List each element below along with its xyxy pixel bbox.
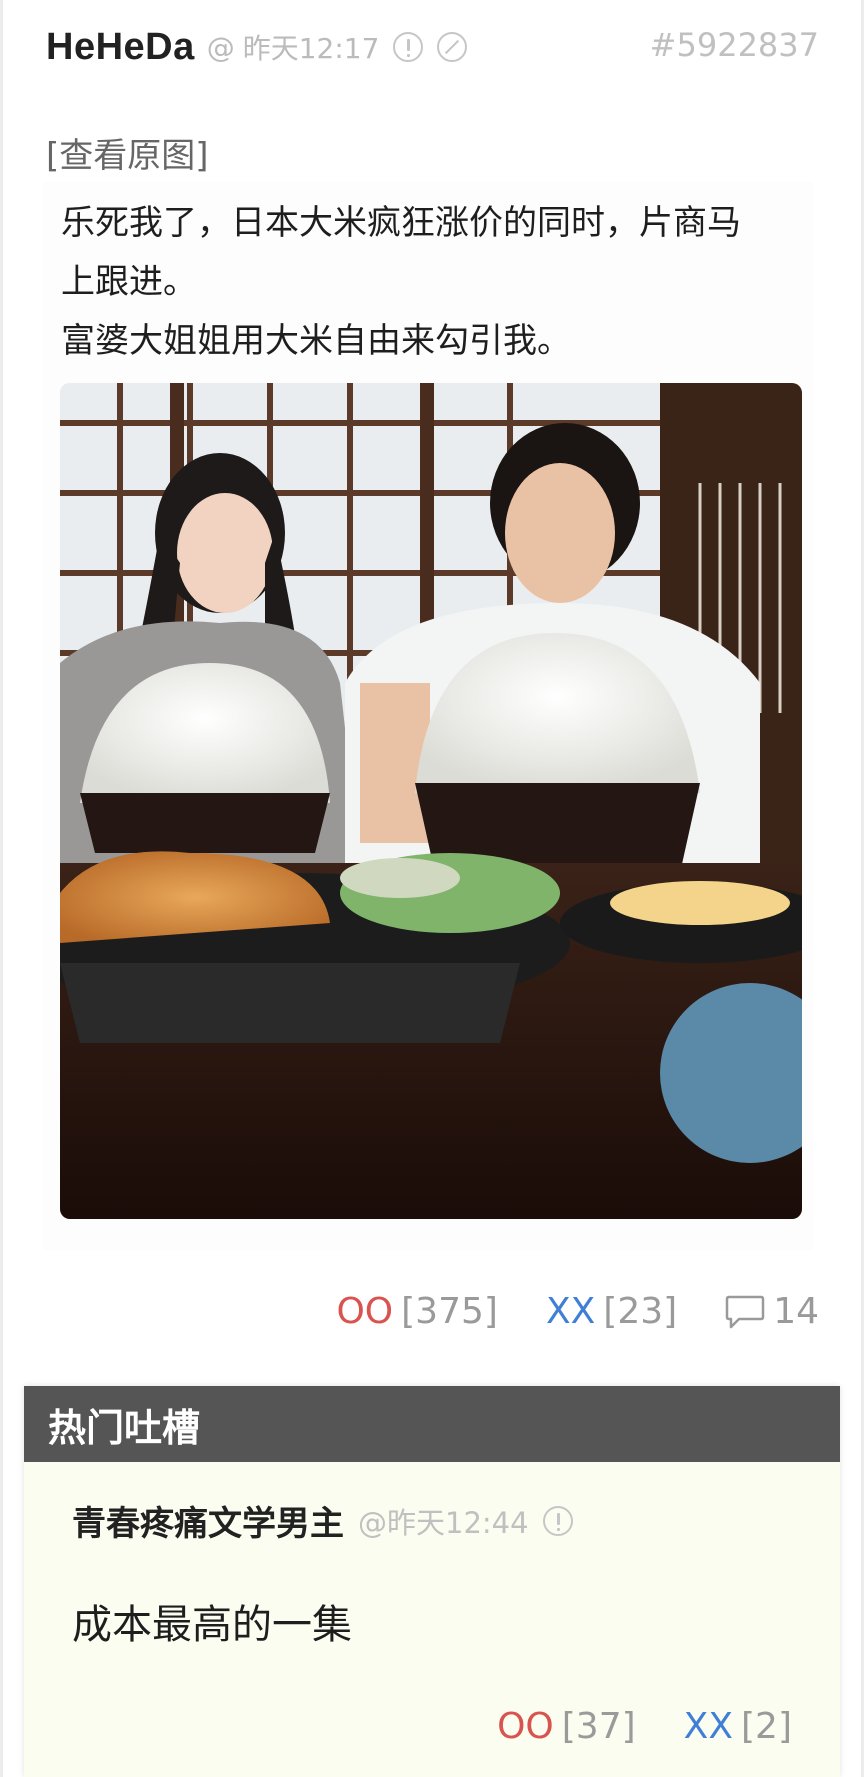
comments-button[interactable]: 14 [725,1291,819,1332]
post-text-line: 上跟进。 [61,262,197,302]
xx-label: XX [545,1291,596,1332]
post-id[interactable]: #5922837 [650,26,819,64]
info-icon[interactable] [393,32,424,62]
oo-count: [37] [561,1706,636,1747]
post-time: 昨天12:17 [242,32,380,65]
hot-comments-title: 热门吐槽 [24,1386,840,1462]
xx-label: XX [683,1706,733,1747]
post-text: 乐死我了，日本大米疯狂涨价的同时，片商马 上跟进。 富婆大姐姐用大米自由来勾引我… [61,194,795,371]
oo-count: [375] [401,1291,498,1332]
post-author[interactable]: HeHeDa [46,26,195,69]
post-text-line: 富婆大姐姐用大米自由来勾引我。 [61,321,571,361]
comment-votes: OO [37] XX [2] [497,1706,792,1747]
comment-time: @昨天12:44 [358,1505,529,1540]
oo-label: OO [336,1291,394,1332]
comment-oo-vote-button[interactable]: OO [37] [497,1706,636,1747]
comment-meta: 青春疼痛文学男主 @昨天12:44 [72,1496,573,1545]
post-meta: @ 昨天12:17 [207,27,468,67]
post-header: HeHeDa @ 昨天12:17 #5922837 [46,22,819,72]
xx-count: [23] [603,1291,678,1332]
oo-label: OO [497,1706,554,1747]
oo-vote-button[interactable]: OO [375] [336,1291,497,1332]
comment-icon [725,1295,765,1328]
post-image-card: 乐死我了，日本大米疯狂涨价的同时，片商马 上跟进。 富婆大姐姐用大米自由来勾引我… [43,182,813,1250]
comment-xx-vote-button[interactable]: XX [2] [684,1706,792,1747]
photo-illustration [60,383,802,1219]
comment-text: 成本最高的一集 [72,1602,352,1648]
post-text-line: 乐死我了，日本大米疯狂涨价的同时，片商马 [61,203,741,243]
hot-comments-section: 热门吐槽 青春疼痛文学男主 @昨天12:44 成本最高的一集 OO [37] X… [24,1386,840,1777]
page: HeHeDa @ 昨天12:17 #5922837 [查看原图] 乐死我了，日本… [0,0,864,1777]
info-icon[interactable] [542,1505,573,1536]
xx-count: [2] [741,1706,792,1747]
at-symbol: @ [206,30,235,64]
xx-vote-button[interactable]: XX [23] [546,1291,677,1332]
post-votes: OO [375] XX [23] 14 [336,1291,819,1332]
comment-count: 14 [773,1291,819,1332]
block-icon[interactable] [437,32,468,62]
view-original-link[interactable]: [查看原图] [46,128,209,177]
post-photo[interactable] [60,383,802,1219]
comment-author[interactable]: 青春疼痛文学男主 [72,1496,344,1545]
